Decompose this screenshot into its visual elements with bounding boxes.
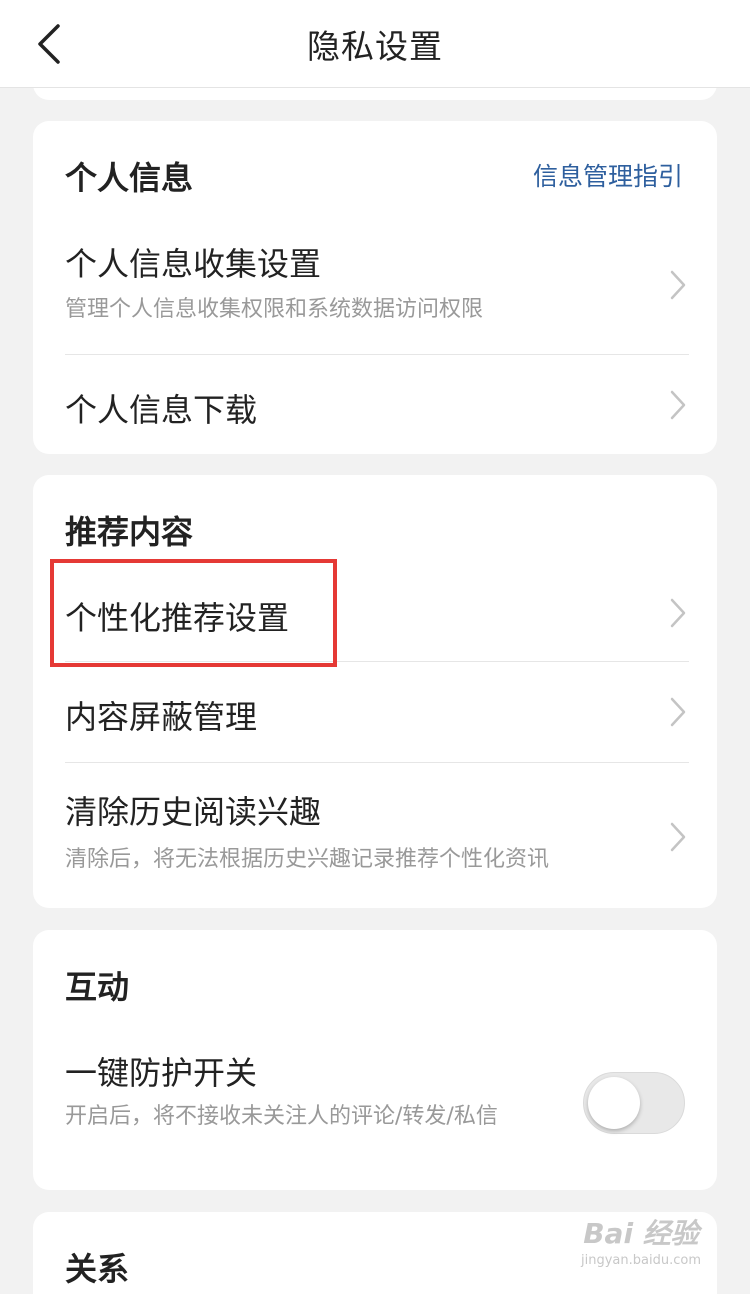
back-arrow-icon[interactable] bbox=[30, 22, 70, 66]
section-title-personal-info: 个人信息 bbox=[65, 159, 194, 197]
row-title: 一键防护开关 bbox=[65, 1054, 258, 1092]
row-description: 开启后，将不接收未关注人的评论/转发/私信 bbox=[65, 1104, 498, 1129]
chevron-right-icon bbox=[670, 598, 686, 628]
personal-info-card: 个人信息 信息管理指引 个人信息收集设置 管理个人信息收集权限和系统数据访问权限… bbox=[33, 121, 717, 454]
chevron-right-icon bbox=[670, 390, 686, 420]
row-title: 内容屏蔽管理 bbox=[65, 698, 258, 736]
baidu-jingyan-watermark: Bai 经验 jingyan.baidu.com bbox=[566, 1216, 716, 1278]
clear-reading-interest-row[interactable]: 清除历史阅读兴趣 清除后，将无法根据历史兴趣记录推荐个性化资讯 bbox=[33, 763, 717, 903]
watermark-logo-text: Bai 经验 bbox=[583, 1217, 699, 1250]
section-title-interaction: 互动 bbox=[65, 968, 130, 1006]
one-key-protection-row: 一键防护开关 开启后，将不接收未关注人的评论/转发/私信 bbox=[33, 1026, 717, 1176]
info-management-guide-link[interactable]: 信息管理指引 bbox=[533, 157, 683, 193]
watermark-url: jingyan.baidu.com bbox=[581, 1253, 701, 1268]
navigation-bar: 隐私设置 bbox=[0, 0, 750, 88]
chevron-right-icon bbox=[670, 697, 686, 727]
one-key-protection-toggle[interactable] bbox=[583, 1072, 685, 1134]
page-title: 隐私设置 bbox=[307, 26, 443, 66]
section-title-relation: 关系 bbox=[65, 1250, 130, 1288]
content-block-management-row[interactable]: 内容屏蔽管理 bbox=[33, 662, 717, 762]
row-title: 清除历史阅读兴趣 bbox=[65, 793, 322, 831]
row-description: 清除后，将无法根据历史兴趣记录推荐个性化资讯 bbox=[65, 847, 550, 872]
highlight-annotation-box bbox=[50, 559, 337, 667]
section-title-recommend: 推荐内容 bbox=[65, 513, 194, 551]
recommend-content-card: 推荐内容 个性化推荐设置 内容屏蔽管理 清除历史阅读兴趣 清除后，将无法根据历史… bbox=[33, 475, 717, 908]
chevron-right-icon bbox=[670, 270, 686, 300]
row-description: 管理个人信息收集权限和系统数据访问权限 bbox=[65, 297, 484, 322]
personal-info-download-row[interactable]: 个人信息下载 bbox=[33, 355, 717, 454]
chevron-right-icon bbox=[670, 822, 686, 852]
row-title: 个人信息下载 bbox=[65, 391, 258, 429]
interaction-card: 互动 一键防护开关 开启后，将不接收未关注人的评论/转发/私信 bbox=[33, 930, 717, 1190]
row-title: 个人信息收集设置 bbox=[65, 245, 322, 283]
toggle-knob bbox=[588, 1077, 640, 1129]
personal-info-collection-row[interactable]: 个人信息收集设置 管理个人信息收集权限和系统数据访问权限 bbox=[33, 217, 717, 353]
